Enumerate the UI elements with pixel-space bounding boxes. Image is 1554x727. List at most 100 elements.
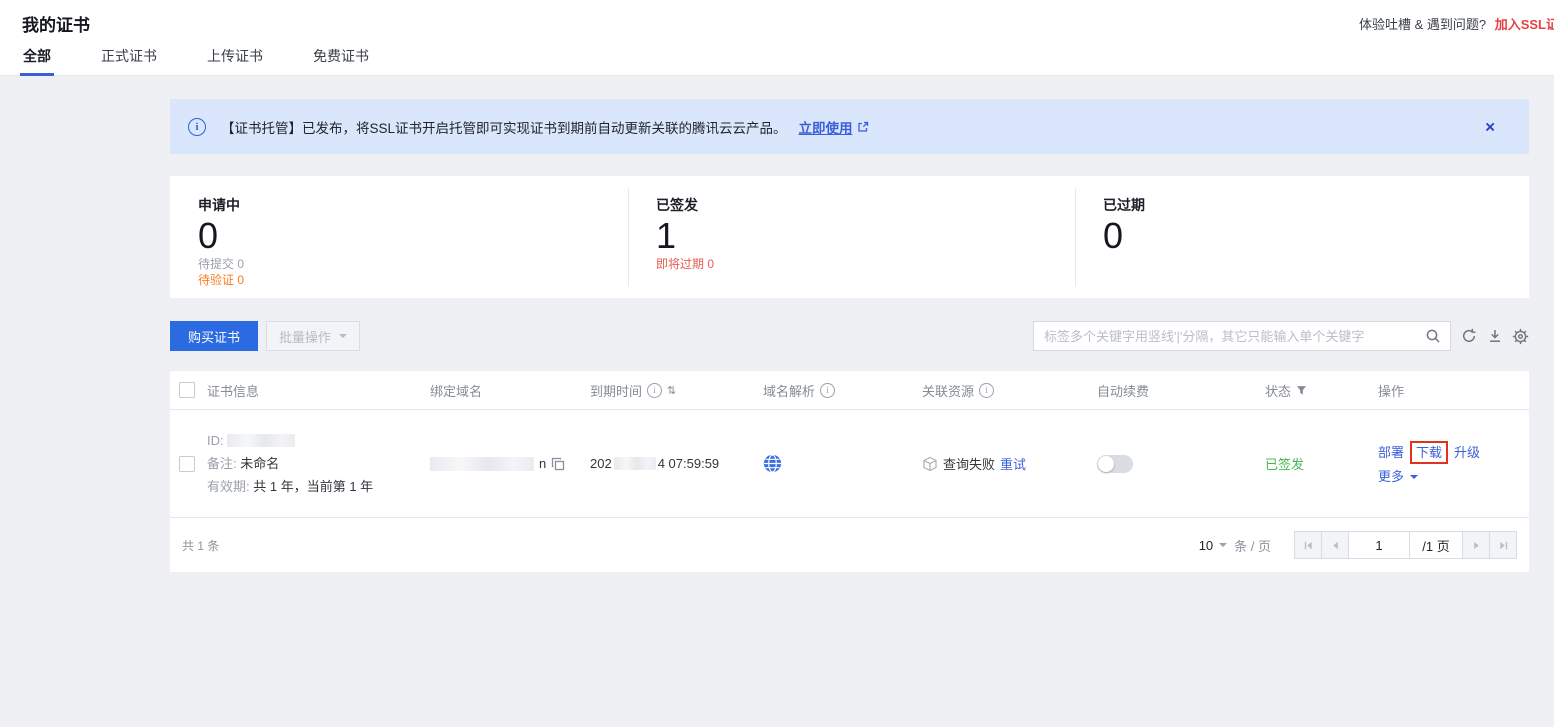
last-page-button[interactable] <box>1489 531 1517 559</box>
close-icon[interactable]: × <box>1485 118 1495 135</box>
col-cert-info: 证书信息 <box>207 381 259 400</box>
feedback-text: 体验吐槽 & 遇到问题? <box>1359 17 1486 32</box>
info-icon[interactable]: i <box>979 383 994 398</box>
expiry-prefix: 202 <box>590 456 612 471</box>
banner-message: 【证书托管】已发布，将SSL证书开启托管即可实现证书到期前自动更新关联的腾讯云云… <box>221 117 787 137</box>
auto-renew-cell <box>1097 455 1265 473</box>
next-page-button[interactable] <box>1462 531 1490 559</box>
stat-sub-pending-submit: 待提交 0 <box>198 256 628 272</box>
stat-card-issued: 已签发 1 即将过期 0 <box>628 176 1075 298</box>
actions-cell: 部署 下载 升级 更多 <box>1378 444 1529 483</box>
buy-certificate-button[interactable]: 购买证书 <box>170 321 258 351</box>
status-badge: 已签发 <box>1265 454 1304 473</box>
more-link[interactable]: 更多 <box>1378 470 1404 483</box>
validity-value: 共 1 年，当前第 1 年 <box>253 479 373 494</box>
expiry-suffix: 4 07:59:59 <box>658 456 719 471</box>
select-all-checkbox[interactable] <box>179 382 195 398</box>
stat-title: 已过期 <box>1103 195 1529 215</box>
col-dns: 域名解析 <box>763 381 815 400</box>
resource-status: 查询失败 <box>943 454 995 473</box>
toggle-knob <box>1098 456 1114 472</box>
col-domain: 绑定域名 <box>430 381 482 400</box>
page-number-input[interactable] <box>1348 531 1410 559</box>
col-auto-renew: 自动续费 <box>1097 381 1149 400</box>
tab-official-certs[interactable]: 正式证书 <box>98 40 160 76</box>
resources-cell: 查询失败 重试 <box>922 454 1097 473</box>
external-link-icon <box>857 121 869 133</box>
total-count: 共 1 条 <box>182 537 219 554</box>
upgrade-link[interactable]: 升级 <box>1454 446 1480 459</box>
search-input[interactable] <box>1034 329 1416 344</box>
search-box <box>1033 321 1451 351</box>
tab-bar: 全部 正式证书 上传证书 免费证书 <box>20 40 416 76</box>
tab-free-certs[interactable]: 免费证书 <box>310 40 372 76</box>
note-value: 未命名 <box>240 456 279 471</box>
download-annotation-box: 下载 <box>1410 441 1448 464</box>
topbar-right: 体验吐槽 & 遇到问题? 加入SSL证 <box>1359 14 1554 33</box>
prev-page-button[interactable] <box>1321 531 1349 559</box>
col-status: 状态 <box>1265 381 1291 400</box>
row-checkbox[interactable] <box>179 456 195 472</box>
status-cell: 已签发 <box>1265 454 1378 473</box>
tab-all[interactable]: 全部 <box>20 40 54 76</box>
filter-icon[interactable] <box>1296 385 1307 396</box>
tab-uploaded-certs[interactable]: 上传证书 <box>204 40 266 76</box>
info-icon: i <box>188 118 206 136</box>
per-page-label: 条 / 页 <box>1234 536 1271 555</box>
validity-label: 有效期: <box>207 479 250 494</box>
toolbar-right <box>1033 321 1529 351</box>
col-actions: 操作 <box>1378 381 1404 400</box>
table-row: ID: 备注: 未命名 有效期: 共 1 年，当前第 1 年 n 202 4 07… <box>170 410 1529 517</box>
content-area: i 【证书托管】已发布，将SSL证书开启托管即可实现证书到期前自动更新关联的腾讯… <box>170 99 1529 572</box>
gear-icon[interactable] <box>1512 328 1529 345</box>
stat-card-applying: 申请中 0 待提交 0 待验证 0 <box>170 176 628 298</box>
table-footer: 共 1 条 10 条 / 页 /1 页 <box>170 517 1529 572</box>
stat-title: 申请中 <box>198 195 628 215</box>
stats-panel: 申请中 0 待提交 0 待验证 0 已签发 1 即将过期 0 已过期 0 <box>170 176 1529 298</box>
notice-banner: i 【证书托管】已发布，将SSL证书开启托管即可实现证书到期前自动更新关联的腾讯… <box>170 99 1529 154</box>
domain-cell: n <box>430 456 590 471</box>
join-ssl-link[interactable]: 加入SSL <box>1495 17 1546 32</box>
info-icon[interactable]: i <box>820 383 835 398</box>
retry-link[interactable]: 重试 <box>1000 454 1026 473</box>
expiry-cell: 202 4 07:59:59 <box>590 456 763 471</box>
col-resources: 关联资源 <box>922 381 974 400</box>
redacted-expiry-date <box>614 457 656 470</box>
package-icon <box>922 456 938 472</box>
stat-title: 已签发 <box>656 195 1075 215</box>
table-header: 证书信息 绑定域名 到期时间 i ⇅ 域名解析 i 关联资源 i 自动续费 状态… <box>170 371 1529 410</box>
chevron-down-icon <box>339 334 347 342</box>
redacted-cert-id <box>227 434 295 447</box>
note-label: 备注: <box>207 456 237 471</box>
first-page-button[interactable] <box>1294 531 1322 559</box>
stat-value: 0 <box>198 216 628 256</box>
col-expiry: 到期时间 <box>590 381 642 400</box>
stat-card-expired: 已过期 0 <box>1075 176 1529 298</box>
refresh-icon[interactable] <box>1460 328 1477 345</box>
search-icon[interactable] <box>1416 328 1450 344</box>
page-size-select[interactable]: 10 <box>1199 538 1227 553</box>
toolbar-icons <box>1451 328 1529 345</box>
pager-buttons: /1 页 <box>1295 531 1517 559</box>
pagination: 10 条 / 页 /1 页 <box>1199 531 1517 559</box>
chevron-down-icon <box>1219 543 1227 551</box>
chevron-down-icon <box>1410 475 1418 483</box>
toolbar: 购买证书 批量操作 <box>170 321 1529 351</box>
auto-renew-toggle[interactable] <box>1097 455 1133 473</box>
page-total-label: /1 页 <box>1409 531 1463 559</box>
globe-icon[interactable] <box>763 454 782 473</box>
cert-info-cell: ID: 备注: 未命名 有效期: 共 1 年，当前第 1 年 <box>207 429 430 498</box>
stat-sub-pending-verify: 待验证 0 <box>198 272 628 288</box>
download-icon[interactable] <box>1486 328 1503 345</box>
stat-value: 1 <box>656 216 1075 256</box>
download-link[interactable]: 下载 <box>1416 445 1442 460</box>
domain-suffix: n <box>539 456 546 471</box>
deploy-link[interactable]: 部署 <box>1378 446 1404 459</box>
sort-icon[interactable]: ⇅ <box>667 384 675 397</box>
join-ssl-link-clipped: 证 <box>1546 14 1554 33</box>
certificates-table: 证书信息 绑定域名 到期时间 i ⇅ 域名解析 i 关联资源 i 自动续费 状态… <box>170 371 1529 572</box>
use-now-link[interactable]: 立即使用 <box>799 117 853 137</box>
copy-icon[interactable] <box>551 457 565 471</box>
batch-operation-button[interactable]: 批量操作 <box>266 321 360 351</box>
info-icon[interactable]: i <box>647 383 662 398</box>
